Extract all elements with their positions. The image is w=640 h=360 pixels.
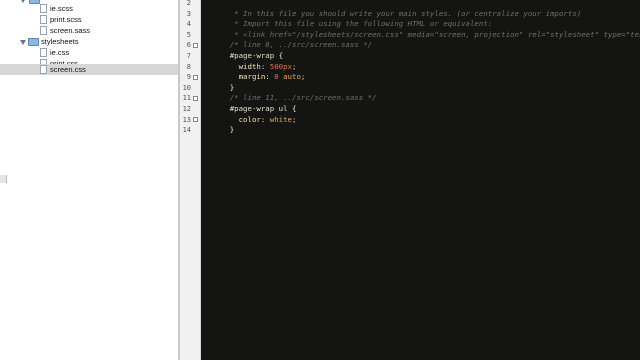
css-property: color: <box>229 114 270 124</box>
tree-item-label: ie.scss <box>50 4 73 13</box>
file-icon <box>40 48 47 57</box>
line-number: 10 <box>182 83 191 92</box>
line-number: 2 <box>186 0 191 7</box>
file-icon <box>40 4 47 13</box>
semicolon: ; <box>292 114 297 124</box>
code-line: #page-wrap { <box>203 40 283 60</box>
code-line: /* line 11, ../src/screen.sass */ <box>203 83 377 102</box>
tree-file-screen-css[interactable]: screen.css <box>0 64 178 75</box>
line-number: 12 <box>182 105 191 113</box>
folder-icon <box>29 0 40 4</box>
fold-toggle-icon[interactable] <box>193 74 198 80</box>
folder-icon <box>28 38 39 46</box>
line-number: 13 <box>182 115 191 124</box>
code-line: * In this file you should write your mai… <box>203 0 581 18</box>
line-number: 7 <box>186 52 191 60</box>
tree-item-label: screen.sass <box>50 26 91 35</box>
code-editor[interactable]: * In this file you should write your mai… <box>201 0 640 360</box>
line-number: 9 <box>186 73 191 82</box>
code-line: } <box>203 115 234 134</box>
resize-handle[interactable] <box>0 175 7 183</box>
line-number-gutter: 2 3 4 5 6 7 8 9 10 11 12 13 14 <box>180 0 201 360</box>
code-line: /* line 8, ../src/screen.sass */ <box>203 30 372 49</box>
css-value-keyword: auto <box>278 72 301 82</box>
code-line: #page-wrap ul { <box>203 93 297 113</box>
disclosure-arrow-icon[interactable] <box>20 40 26 45</box>
tree-item-label: ie.css <box>50 48 70 57</box>
file-icon <box>40 26 47 35</box>
file-icon <box>40 65 47 74</box>
css-property: margin: <box>229 72 275 82</box>
line-number: 6 <box>186 41 191 50</box>
file-icon <box>40 15 47 24</box>
code-line: margin: 0 auto; <box>203 62 306 81</box>
project-tree: ie.scss print.scss screen.sass styleshee… <box>0 0 178 360</box>
fold-toggle-icon[interactable] <box>193 43 198 48</box>
semicolon: ; <box>300 72 306 82</box>
code-line: * <link href="/stylesheets/screen.css" m… <box>203 19 640 39</box>
fold-toggle-icon[interactable] <box>193 96 198 101</box>
tree-item-label: print.scss <box>50 15 82 24</box>
code-line: width: 500px; <box>203 51 297 71</box>
line-number: 11 <box>182 94 191 103</box>
ide-window: ie.scss print.scss screen.sass styleshee… <box>0 0 640 360</box>
css-value-keyword: white <box>269 114 292 124</box>
code-line: } <box>203 72 234 92</box>
line-number: 8 <box>186 62 191 71</box>
tree-item-label: screen.css <box>50 65 86 74</box>
line-number: 4 <box>186 20 191 29</box>
disclosure-arrow-icon[interactable] <box>20 0 26 3</box>
line-number: 5 <box>186 30 191 39</box>
tree-item-label: stylesheets <box>41 37 79 46</box>
line-number: 14 <box>182 126 191 135</box>
close-brace: } <box>229 125 235 135</box>
code-line: color: white; <box>203 104 297 124</box>
fold-toggle-icon[interactable] <box>193 117 198 123</box>
code-line: * Import this file using the following H… <box>203 9 492 28</box>
line-number: 3 <box>186 9 191 18</box>
